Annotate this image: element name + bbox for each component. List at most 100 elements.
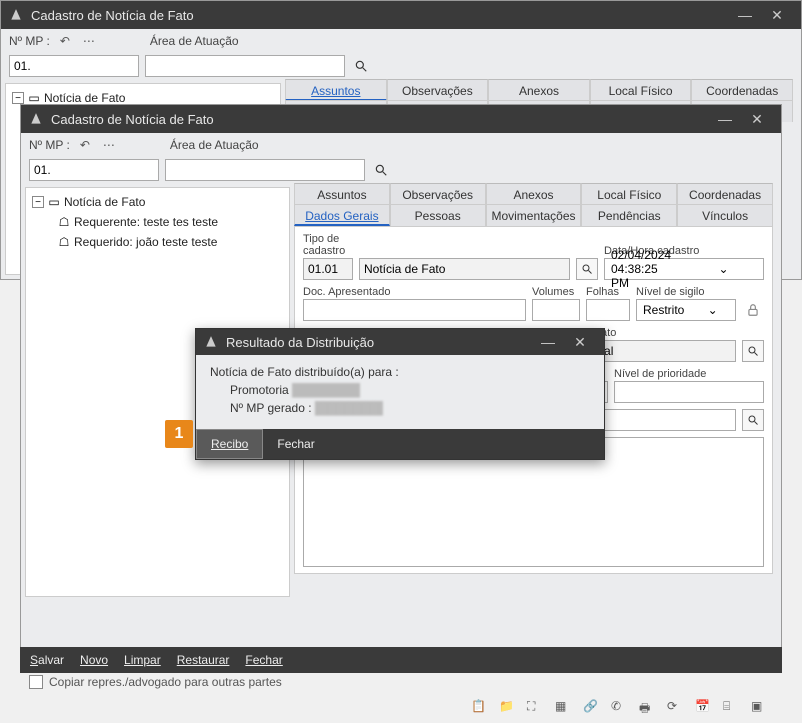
tipo-desc-input[interactable] [359,258,570,280]
limpar-button[interactable]: Limpar [124,653,161,667]
tree-root-label: Notícia de Fato [64,195,145,209]
tab-observacoes[interactable]: Observações [390,183,486,205]
np-label: Nº MP : [9,34,50,48]
hierarchy-icon[interactable]: ⛶ [527,699,545,717]
modal-promotoria-label: Promotoria [230,383,289,397]
tab-pendencias[interactable]: Pendências [581,204,677,226]
tree-child-label: Requerente: teste tes teste [74,215,218,229]
search-comarca-icon[interactable] [742,340,764,362]
app-logo-icon [204,335,218,349]
volumes-label: Volumes [532,286,580,298]
modal-actions: Recibo Fechar [196,429,604,459]
prioridade-label: Nível de prioridade [614,368,764,380]
lock-icon [742,299,764,321]
tab-movimentacoes[interactable]: Movimentações [486,204,582,226]
tab-dadosgerais[interactable]: Dados Gerais [294,204,390,226]
tab-localfisico[interactable]: Local Físico [590,79,692,101]
sigilo-label: Nível de sigilo [636,286,736,298]
datahora-dropdown[interactable]: 02/04/2024 04:38:25 PM ⌄ [604,258,764,280]
tabs-row1-front: Assuntos Observações Anexos Local Físico… [294,183,773,205]
refresh-icon[interactable]: ⟳ [667,699,685,717]
area-label: Área de Atuação [170,138,259,152]
tab-observacoes[interactable]: Observações [387,79,489,101]
org-icon[interactable]: ⌸ [723,699,741,717]
minimize-button[interactable]: — [729,7,761,23]
restaurar-button[interactable]: Restaurar [177,653,230,667]
undo-icon[interactable]: ↶ [76,136,94,154]
modal-promotoria-value: ████████ [292,383,360,397]
stamp-icon[interactable]: ▦ [555,699,573,717]
tree-child-requerente[interactable]: ☖ Requerente: teste tes teste [30,212,285,232]
tab-pessoas[interactable]: Pessoas [390,204,486,226]
person-icon: ☖ [58,216,70,228]
close-button[interactable]: ✕ [741,111,773,128]
np-input[interactable] [29,159,159,181]
novo-button[interactable]: Novo [80,653,108,667]
document-icon: ▭ [28,92,40,104]
datahora-value: 02/04/2024 04:38:25 PM [605,248,684,290]
search-icon[interactable] [351,56,371,76]
tree-collapse-icon[interactable]: − [12,92,24,104]
prioridade-input[interactable] [614,381,764,403]
area-input[interactable] [165,159,365,181]
phone-icon[interactable]: ✆ [611,699,629,717]
search-icon[interactable] [371,160,391,180]
doc-input[interactable] [303,299,526,321]
search-tipo-icon[interactable] [576,258,598,280]
sigilo-value: Restrito [637,303,690,317]
area-label: Área de Atuação [150,34,239,48]
tab-coordenadas[interactable]: Coordenadas [677,183,773,205]
folhas-input[interactable] [586,299,630,321]
undo-icon[interactable]: ↶ [56,32,74,50]
recibo-button[interactable]: Recibo [196,429,263,459]
copy-checkbox[interactable] [29,675,43,689]
tipo-code-input[interactable] [303,258,353,280]
chevron-down-icon: ⌄ [690,303,735,317]
tree-child-requerido[interactable]: ☖ Requerido: joão teste teste [30,232,285,252]
bookmark-icon[interactable]: ▣ [751,699,769,717]
tab-coordenadas[interactable]: Coordenadas [691,79,793,101]
window-title: Cadastro de Notícia de Fato [51,112,709,127]
link-icon[interactable]: 🔗 [583,699,601,717]
modal-line1: Notícia de Fato distribuído(a) para : [210,365,590,379]
fechar-button[interactable]: Fechar [245,653,282,667]
toolbar-strip: 📋 📁 ⛶ ▦ 🔗 ✆ 🖶 ⟳ 📅 ⌸ ▣ [21,693,781,723]
tab-assuntos[interactable]: Assuntos [285,79,387,101]
close-button[interactable]: ✕ [564,334,596,351]
chevron-down-icon: ⌄ [684,262,763,276]
tree-root[interactable]: − ▭ Notícia de Fato [30,192,285,212]
tab-anexos[interactable]: Anexos [486,183,582,205]
modal-np-value: ████████ [315,401,383,415]
more-icon[interactable]: ⋯ [80,32,98,50]
close-button[interactable]: ✕ [761,7,793,24]
modal-body: Notícia de Fato distribuído(a) para : Pr… [196,355,604,429]
tabs-row1-back: Assuntos Observações Anexos Local Físico… [285,79,793,101]
topbar-back: Nº MP : ↶ ⋯ Área de Atuação [1,29,801,53]
np-input[interactable] [9,55,139,77]
titlebar-front: Cadastro de Notícia de Fato — ✕ [21,105,781,133]
sigilo-dropdown[interactable]: Restrito ⌄ [636,299,736,321]
calendar-icon[interactable]: 📅 [695,699,713,717]
tab-anexos[interactable]: Anexos [488,79,590,101]
minimize-button[interactable]: — [709,111,741,127]
tab-localfisico[interactable]: Local Físico [581,183,677,205]
paste-icon[interactable]: 📋 [471,699,489,717]
inputrow-front [21,157,781,183]
print-icon[interactable]: 🖶 [639,699,657,717]
tab-vinculos[interactable]: Vínculos [677,204,773,226]
tab-assuntos[interactable]: Assuntos [294,183,390,205]
fechar-button[interactable]: Fechar [263,429,328,459]
copy-label: Copiar repres./advogado para outras part… [49,675,282,689]
area-input[interactable] [145,55,345,77]
folder-icon[interactable]: 📁 [499,699,517,717]
more-icon[interactable]: ⋯ [100,136,118,154]
modal-np-label: Nº MP gerado : [230,401,312,415]
salvar-button[interactable]: Salvar [30,653,64,667]
volumes-input[interactable] [532,299,580,321]
tree-collapse-icon[interactable]: − [32,196,44,208]
person-icon: ☖ [58,236,70,248]
search-extra-icon[interactable] [742,409,764,431]
minimize-button[interactable]: — [532,334,564,350]
tipo-label: Tipo de cadastro [303,233,353,257]
window-title: Cadastro de Notícia de Fato [31,8,729,23]
